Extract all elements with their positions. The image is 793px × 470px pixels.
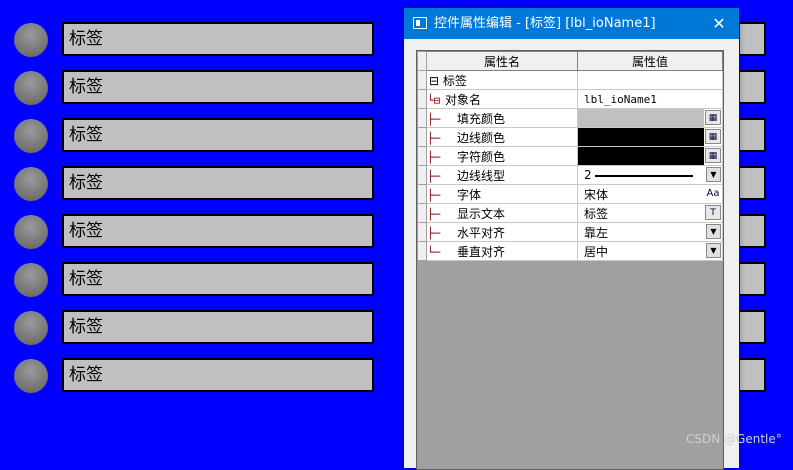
property-table: 属性名 属性值 ⊟ 标签 └⊟ 对象名 lbl_ioName1 ├─ 填充颜色 ▦	[417, 51, 723, 261]
table-row[interactable]: └─ 垂直对齐 居中 ▼	[417, 241, 723, 261]
font-picker-icon[interactable]: Aa	[705, 186, 721, 201]
prop-name: 对象名	[445, 92, 482, 107]
tree-line: ├─	[427, 131, 441, 145]
indicator-light[interactable]	[14, 215, 48, 249]
prop-value-dropdown[interactable]: 居中 ▼	[577, 241, 723, 261]
table-row[interactable]: ├─ 水平对齐 靠左 ▼	[417, 222, 723, 242]
chevron-down-icon[interactable]: ▼	[706, 167, 721, 182]
indicator-light[interactable]	[14, 23, 48, 57]
indicator-light[interactable]	[14, 119, 48, 153]
tree-line: ├─	[427, 226, 441, 240]
text-edit-icon[interactable]: T	[705, 205, 721, 220]
label-widget-edge[interactable]	[740, 358, 766, 392]
prop-value-dropdown[interactable]: 靠左 ▼	[577, 222, 723, 242]
property-grid: 属性名 属性值 ⊟ 标签 └⊟ 对象名 lbl_ioName1 ├─ 填充颜色 ▦	[416, 50, 724, 470]
canvas: 标签 标签 标签 标签 标签 标签 标签 标签 控件属性编辑 - [标签] [l…	[0, 0, 793, 470]
prop-name: 边线颜色	[457, 130, 506, 145]
table-row[interactable]: ├─ 字体 宋体 Aa	[417, 184, 723, 204]
tree-line: └─	[427, 245, 441, 259]
label-widget[interactable]: 标签	[62, 166, 374, 200]
table-row[interactable]: ⊟ 标签	[417, 70, 723, 90]
label-widget[interactable]: 标签	[62, 310, 374, 344]
table-row[interactable]: ├─ 边线颜色 ▦	[417, 127, 723, 147]
gutter-header	[417, 51, 427, 71]
property-editor-dialog: 控件属性编辑 - [标签] [lbl_ioName1] ✕ 属性名 属性值 ⊟ …	[404, 8, 739, 470]
label-widget[interactable]: 标签	[62, 262, 374, 296]
label-widget-edge[interactable]	[740, 262, 766, 296]
prop-name: 字符颜色	[457, 149, 506, 164]
tree-line: ├─	[427, 169, 441, 183]
color-swatch	[578, 128, 704, 146]
chevron-down-icon[interactable]: ▼	[706, 243, 721, 258]
color-picker-icon[interactable]: ▦	[705, 110, 721, 125]
indicator-light[interactable]	[14, 71, 48, 105]
prop-value-dropdown[interactable]: 2 ▼	[577, 165, 723, 185]
indicator-light[interactable]	[14, 263, 48, 297]
prop-name: 垂直对齐	[457, 244, 506, 259]
prop-name: 填充颜色	[457, 111, 506, 126]
tree-line: ├─	[427, 207, 441, 221]
label-widget-edge[interactable]	[740, 70, 766, 104]
column-header-value[interactable]: 属性值	[577, 51, 723, 71]
prop-value-text[interactable]: 标签 T	[577, 203, 723, 223]
tree-line: ├─	[427, 150, 441, 164]
color-picker-icon[interactable]: ▦	[705, 129, 721, 144]
table-row[interactable]: ├─ 填充颜色 ▦	[417, 108, 723, 128]
label-widget-edge[interactable]	[740, 166, 766, 200]
color-swatch	[578, 147, 704, 165]
indicator-light[interactable]	[14, 359, 48, 393]
label-widget[interactable]: 标签	[62, 118, 374, 152]
color-picker-icon[interactable]: ▦	[705, 148, 721, 163]
prop-name: 显示文本	[457, 206, 506, 221]
table-row[interactable]: └⊟ 对象名 lbl_ioName1	[417, 89, 723, 109]
prop-name: 字体	[457, 187, 482, 202]
label-widget-edge[interactable]	[740, 118, 766, 152]
column-header-name[interactable]: 属性名	[426, 51, 578, 71]
label-widget[interactable]: 标签	[62, 358, 374, 392]
label-widget[interactable]: 标签	[62, 70, 374, 104]
prop-name: 水平对齐	[457, 225, 506, 240]
line-preview	[594, 174, 693, 177]
label-widget-edge[interactable]	[740, 214, 766, 248]
label-widget[interactable]: 标签	[62, 22, 374, 56]
table-row[interactable]: ├─ 字符颜色 ▦	[417, 146, 723, 166]
tree-line: ├─	[427, 112, 441, 126]
prop-value-color[interactable]: ▦	[577, 146, 723, 166]
dialog-title: 控件属性编辑 - [标签] [lbl_ioName1]	[434, 16, 656, 31]
label-widget[interactable]: 标签	[62, 214, 374, 248]
prop-value-input[interactable]: lbl_ioName1	[577, 89, 723, 109]
dialog-titlebar[interactable]: 控件属性编辑 - [标签] [lbl_ioName1] ✕	[404, 8, 739, 39]
prop-name: 边线线型	[457, 168, 506, 183]
window-icon	[413, 17, 427, 29]
tree-line: └⊟	[427, 93, 441, 107]
label-widget-edge[interactable]	[740, 310, 766, 344]
indicator-light[interactable]	[14, 311, 48, 345]
prop-value-font[interactable]: 宋体 Aa	[577, 184, 723, 204]
label-widget-edge[interactable]	[740, 22, 766, 56]
tree-line: ├─	[427, 188, 441, 202]
color-swatch	[578, 109, 704, 127]
table-row[interactable]: ├─ 边线线型 2 ▼	[417, 165, 723, 185]
prop-value-color[interactable]: ▦	[577, 108, 723, 128]
indicator-light[interactable]	[14, 167, 48, 201]
table-row[interactable]: ├─ 显示文本 标签 T	[417, 203, 723, 223]
close-button[interactable]: ✕	[703, 8, 735, 39]
group-node[interactable]: ⊟ 标签	[426, 70, 578, 90]
table-header: 属性名 属性值	[417, 51, 723, 71]
watermark: CSDN @Gentle°	[686, 432, 782, 446]
chevron-down-icon[interactable]: ▼	[706, 224, 721, 239]
prop-value-color[interactable]: ▦	[577, 127, 723, 147]
